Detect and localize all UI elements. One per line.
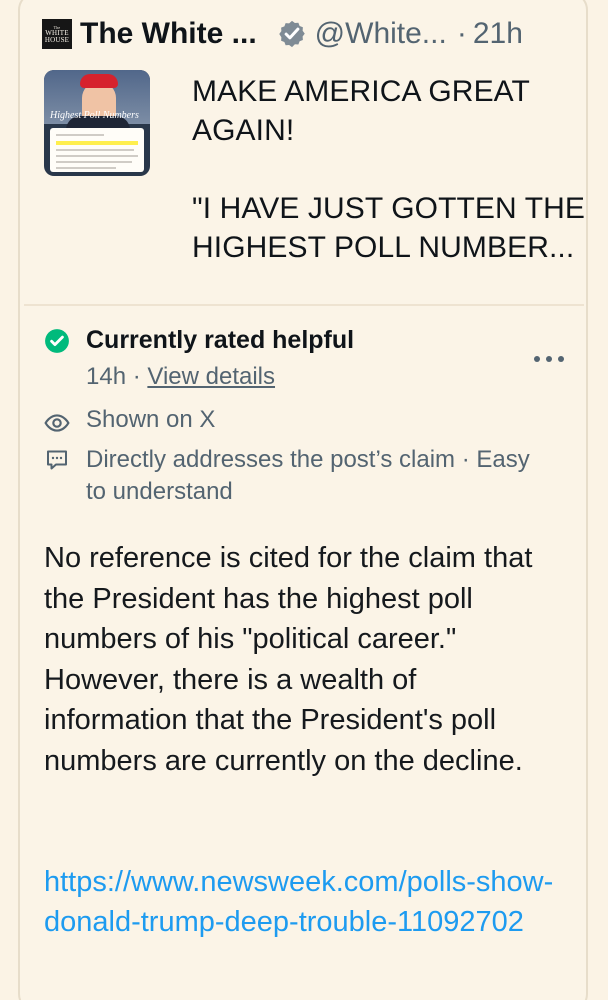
quoted-post-header: The WHITE HOUSE The White ... @White... … [42,14,592,54]
image-text-panel [50,128,144,172]
view-details-link[interactable]: View details [147,363,275,390]
source-link[interactable]: https://www.newsweek.com/polls-show-dona… [44,862,564,942]
image-red-hat [80,74,118,88]
check-circle-icon [45,329,69,353]
eye-icon [44,414,70,432]
verified-badge-icon [278,20,305,48]
message-icon [47,450,67,470]
more-icon[interactable] [532,352,566,366]
time-separator: · [456,17,467,50]
community-note-screenshot: The WHITE HOUSE The White ... @White... … [0,0,608,1000]
avatar-text-line-3: HOUSE [44,35,70,44]
quoted-post-image[interactable]: Highest Poll Numbers [44,70,150,176]
note-status: Currently rated helpful [86,326,355,354]
shown-on-x: Shown on X [86,406,216,433]
meta-separator: · [126,363,148,390]
community-note-body: No reference is cited for the claim that… [44,542,533,777]
white-house-avatar[interactable]: The WHITE HOUSE [42,19,72,49]
account-handle[interactable]: @White... [315,16,447,52]
account-name[interactable]: The White ... [80,16,257,52]
note-meta: 14h · View details [86,362,275,392]
quoted-post-text[interactable]: MAKE AMERICA GREAT AGAIN! "I HAVE JUST G… [192,72,590,267]
divider [24,304,584,306]
helpful-reasons: Directly addresses the post’s claim · Ea… [86,446,530,505]
note-age: 14h [86,363,127,390]
image-title: Highest Poll Numbers [50,110,139,121]
post-time[interactable]: 21h [473,16,523,52]
